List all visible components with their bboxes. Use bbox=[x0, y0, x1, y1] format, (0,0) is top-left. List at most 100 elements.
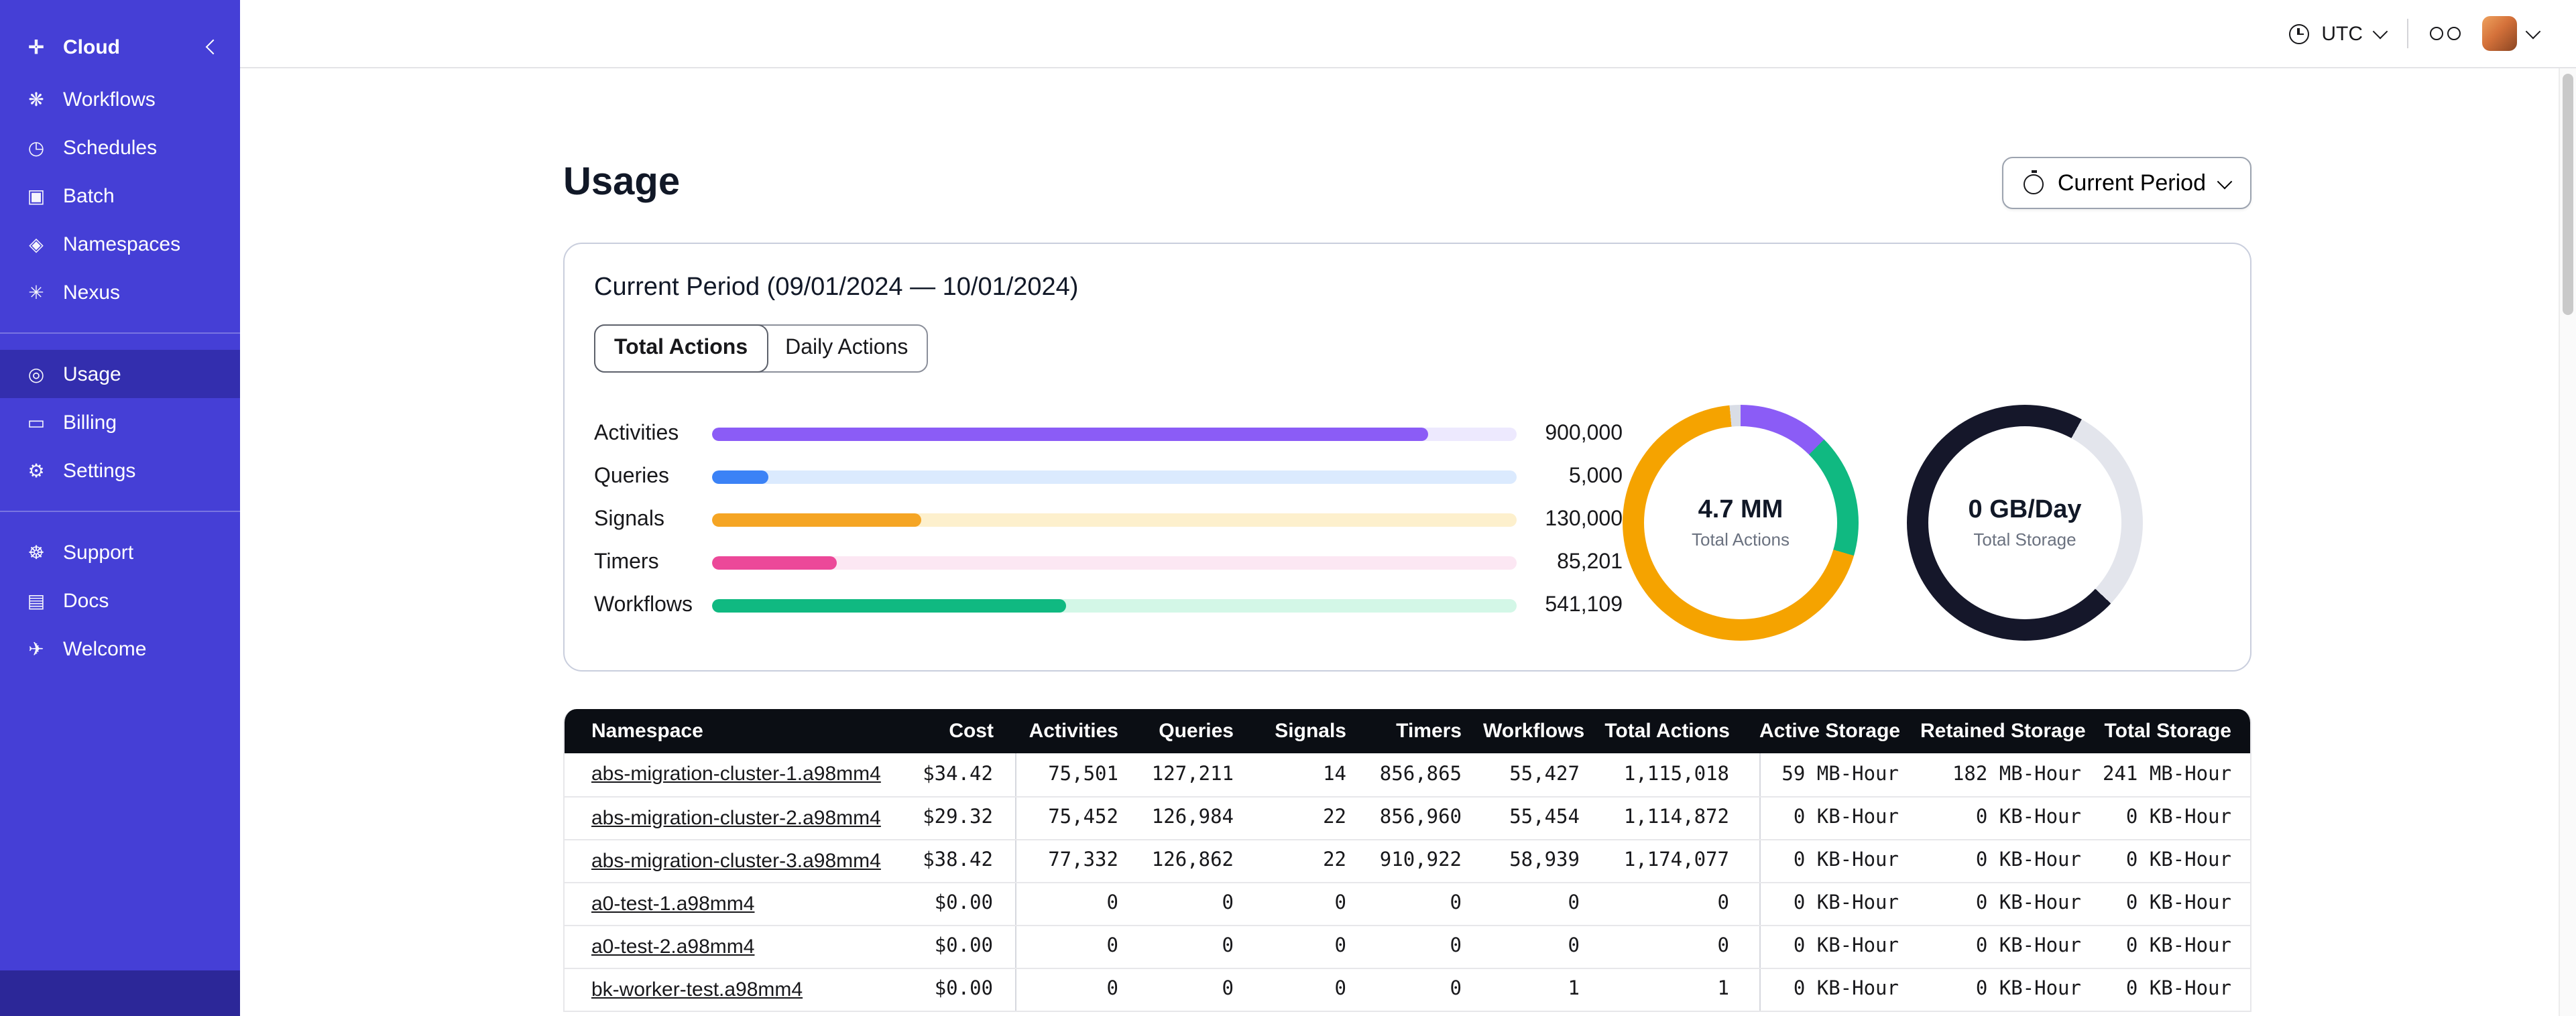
column-header-total-actions: Total Actions bbox=[1601, 709, 1759, 753]
period-selector-button[interactable]: Current Period bbox=[2002, 157, 2251, 209]
sidebar-item-label: Schedules bbox=[63, 136, 158, 159]
nexus-icon: ✳ bbox=[28, 281, 44, 302]
usage-donut-chart: 4.7 MM Total Actions bbox=[1623, 405, 1859, 641]
usage-bar-row: Activities 900,000 bbox=[594, 413, 1623, 456]
sidebar-item-label: Docs bbox=[63, 589, 109, 612]
column-header-queries: Queries bbox=[1140, 709, 1255, 753]
sidebar-collapse-icon[interactable] bbox=[205, 39, 221, 55]
donut-value: 4.7 MM bbox=[1698, 496, 1783, 524]
incognito-glasses-icon[interactable] bbox=[2430, 27, 2461, 40]
vertical-scrollbar[interactable] bbox=[2559, 68, 2576, 1016]
sidebar-item[interactable]: ✳ Nexus bbox=[0, 268, 240, 316]
namespace-link[interactable]: a0-test-2.a98mm4 bbox=[591, 935, 754, 958]
timezone-dropdown[interactable]: UTC bbox=[2289, 22, 2388, 45]
chevron-down-icon bbox=[2372, 23, 2388, 40]
usage-bar-value: 85,201 bbox=[1557, 551, 1623, 574]
sidebar-item-label: Welcome bbox=[63, 637, 147, 660]
cell-active-storage: 0 KB-Hour bbox=[1759, 796, 1920, 840]
cell-timers: 0 bbox=[1368, 968, 1483, 1011]
cell-signals: 0 bbox=[1255, 968, 1368, 1011]
usage-bar-label: Timers bbox=[594, 551, 659, 574]
topbar-divider bbox=[2407, 19, 2408, 48]
cell-retained-storage: 182 MB-Hour bbox=[1920, 753, 2103, 797]
billing-icon: ▭ bbox=[27, 411, 46, 432]
settings-icon: ⚙ bbox=[27, 459, 45, 481]
stopwatch-icon bbox=[2024, 170, 2044, 194]
actions-tab[interactable]: Daily Actions bbox=[766, 326, 927, 371]
sidebar-item[interactable]: ◈ Namespaces bbox=[0, 220, 240, 268]
usage-charts: Activities 900,000 Queries 5,000 Signals… bbox=[594, 405, 2221, 641]
cell-cost: $0.00 bbox=[888, 882, 1015, 926]
actions-tab[interactable]: Total Actions bbox=[594, 324, 768, 373]
usage-bar-fill bbox=[712, 428, 1428, 441]
cell-total-storage: 0 KB-Hour bbox=[2103, 839, 2250, 883]
cell-queries: 126,862 bbox=[1140, 839, 1255, 883]
cell-retained-storage: 0 KB-Hour bbox=[1920, 839, 2103, 883]
cell-retained-storage: 0 KB-Hour bbox=[1920, 968, 2103, 1011]
sidebar-item[interactable]: ◷ Schedules bbox=[0, 123, 240, 172]
column-header-workflows: Workflows bbox=[1483, 709, 1601, 753]
usage-bar-row: Signals 130,000 bbox=[594, 499, 1623, 542]
cell-total-actions: 0 bbox=[1601, 882, 1759, 926]
cell-total-storage: 0 KB-Hour bbox=[2103, 882, 2250, 926]
cell-workflows: 55,427 bbox=[1483, 753, 1601, 797]
sidebar-item[interactable]: ❋ Workflows bbox=[0, 75, 240, 123]
sidebar-footer bbox=[0, 970, 240, 1016]
sidebar-item[interactable]: ⚙ Settings bbox=[0, 446, 240, 495]
sidebar-header: ✛ Cloud bbox=[0, 19, 240, 75]
cell-queries: 127,211 bbox=[1140, 753, 1255, 797]
scrollbar-thumb[interactable] bbox=[2563, 74, 2573, 315]
app-window: ✛ Cloud ❋ Workflows ◷ Schedules ▣ Batch … bbox=[0, 0, 2576, 1016]
table-header-row: Namespace Cost Activities Queries Signal… bbox=[565, 709, 2250, 753]
cell-active-storage: 0 KB-Hour bbox=[1759, 882, 1920, 926]
sidebar-item[interactable]: ▣ Batch bbox=[0, 172, 240, 220]
cell-cost: $34.42 bbox=[888, 753, 1015, 797]
namespace-link[interactable]: abs-migration-cluster-1.a98mm4 bbox=[591, 763, 881, 786]
donut-label: Total Actions bbox=[1692, 529, 1790, 550]
namespace-link[interactable]: abs-migration-cluster-2.a98mm4 bbox=[591, 806, 881, 829]
period-selector-label: Current Period bbox=[2057, 170, 2206, 195]
donut-label: Total Storage bbox=[1973, 529, 2076, 550]
table-row: abs-migration-cluster-1.a98mm4 $34.42 75… bbox=[565, 753, 2250, 797]
namespace-link[interactable]: abs-migration-cluster-3.a98mm4 bbox=[591, 849, 881, 872]
usage-bar-value: 130,000 bbox=[1545, 508, 1623, 531]
sidebar-item-label: Usage bbox=[63, 363, 121, 385]
column-header-signals: Signals bbox=[1255, 709, 1368, 753]
cell-workflows: 1 bbox=[1483, 968, 1601, 1011]
usage-bar-row: Queries 5,000 bbox=[594, 456, 1623, 499]
cell-active-storage: 0 KB-Hour bbox=[1759, 968, 1920, 1011]
sidebar-item[interactable]: ▤ Docs bbox=[0, 576, 240, 625]
cell-cost: $0.00 bbox=[888, 925, 1015, 968]
sidebar-item[interactable]: ▭ Billing bbox=[0, 398, 240, 446]
cell-activities: 0 bbox=[1014, 968, 1140, 1011]
usage-bar-fill bbox=[712, 513, 921, 527]
namespace-link[interactable]: a0-test-1.a98mm4 bbox=[591, 892, 754, 915]
cell-queries: 0 bbox=[1140, 882, 1255, 926]
column-header-active-storage: Active Storage bbox=[1759, 709, 1920, 753]
account-menu[interactable] bbox=[2482, 16, 2541, 51]
usage-bar-track bbox=[712, 470, 1517, 484]
sidebar-group-help: ☸ Support ▤ Docs ✈ Welcome bbox=[0, 528, 240, 673]
cell-timers: 0 bbox=[1368, 925, 1483, 968]
sidebar-item-label: Namespaces bbox=[63, 233, 181, 255]
usage-icon: ◎ bbox=[27, 363, 45, 384]
usage-bar-fill bbox=[712, 470, 768, 484]
sidebar-item-label: Batch bbox=[63, 184, 115, 207]
cell-queries: 126,984 bbox=[1140, 796, 1255, 840]
cell-active-storage: 0 KB-Hour bbox=[1759, 925, 1920, 968]
cell-activities: 75,452 bbox=[1014, 796, 1140, 840]
column-header-retained-storage: Retained Storage bbox=[1920, 709, 2103, 753]
sidebar-item[interactable]: ☸ Support bbox=[0, 528, 240, 576]
sidebar-item-label: Workflows bbox=[63, 88, 156, 111]
cell-total-actions: 1,174,077 bbox=[1601, 839, 1759, 883]
cell-workflows: 0 bbox=[1483, 925, 1601, 968]
sidebar-item[interactable]: ✈ Welcome bbox=[0, 625, 240, 673]
cell-total-storage: 0 KB-Hour bbox=[2103, 925, 2250, 968]
table-row: a0-test-1.a98mm4 $0.00 0 0 0 0 0 0 0 KB-… bbox=[565, 882, 2250, 926]
namespace-link[interactable]: bk-worker-test.a98mm4 bbox=[591, 978, 803, 1001]
cell-timers: 856,960 bbox=[1368, 796, 1483, 840]
usage-bar-row: Workflows 541,109 bbox=[594, 584, 1623, 627]
usage-bar-row: Timers 85,201 bbox=[594, 542, 1623, 584]
cell-signals: 22 bbox=[1255, 839, 1368, 883]
sidebar-item[interactable]: ◎ Usage bbox=[0, 350, 240, 398]
